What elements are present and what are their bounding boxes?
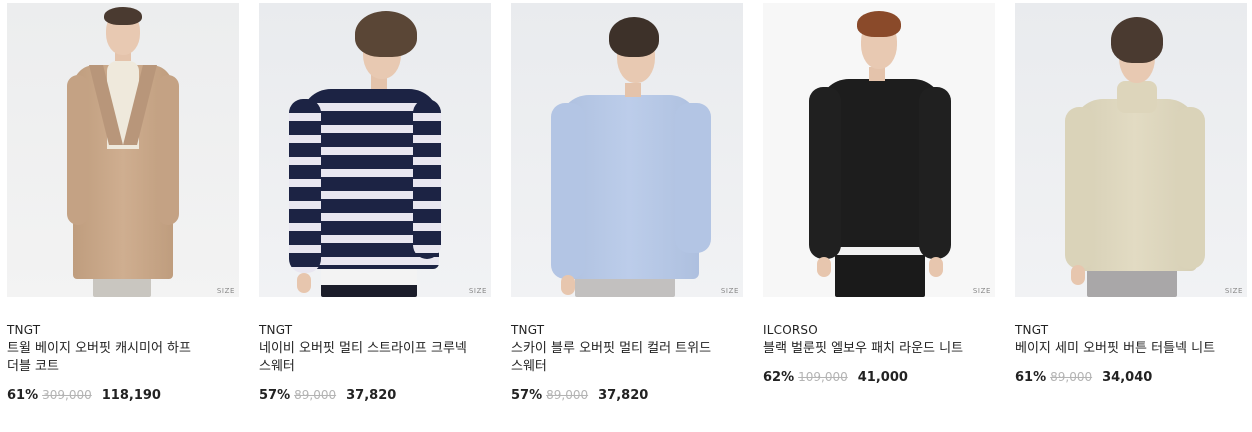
model-figure bbox=[259, 3, 491, 297]
size-label[interactable]: SIZE bbox=[469, 287, 487, 295]
discount-rate: 57% bbox=[511, 388, 543, 403]
product-name[interactable]: 베이지 세미 오버핏 버튼 터틀넥 니트 bbox=[1015, 340, 1225, 358]
model-figure bbox=[511, 3, 743, 297]
model-figure bbox=[1015, 3, 1247, 297]
model-figure bbox=[763, 3, 995, 297]
product-brand[interactable]: ILCORSO bbox=[763, 322, 995, 338]
size-label[interactable]: SIZE bbox=[721, 287, 739, 295]
model-figure bbox=[7, 3, 239, 297]
discount-rate: 57% bbox=[259, 388, 291, 403]
original-price: 89,000 bbox=[294, 388, 337, 402]
product-name[interactable]: 블랙 벌룬핏 엘보우 패치 라운드 니트 bbox=[763, 340, 973, 358]
price-row: 57% 89,000 37,820 bbox=[511, 386, 743, 405]
sale-price: 37,820 bbox=[598, 388, 649, 403]
price-row: 61% 89,000 34,040 bbox=[1015, 368, 1247, 387]
product-name[interactable]: 트윌 베이지 오버핏 캐시미어 하프 더블 코트 bbox=[7, 340, 217, 376]
discount-rate: 61% bbox=[1015, 370, 1047, 385]
discount-rate: 61% bbox=[7, 388, 39, 403]
product-image[interactable]: SIZE bbox=[1015, 3, 1247, 297]
original-price: 89,000 bbox=[1050, 370, 1093, 384]
price-row: 61% 309,000 118,190 bbox=[7, 386, 239, 405]
product-grid: SIZE TNGT 트윌 베이지 오버핏 캐시미어 하프 더블 코트 61% 30… bbox=[0, 0, 1252, 432]
product-card[interactable]: SIZE TNGT 트윌 베이지 오버핏 캐시미어 하프 더블 코트 61% 30… bbox=[7, 3, 239, 405]
sale-price: 41,000 bbox=[857, 370, 908, 385]
size-label[interactable]: SIZE bbox=[1225, 287, 1243, 295]
discount-rate: 62% bbox=[763, 370, 795, 385]
product-image[interactable]: SIZE bbox=[7, 3, 239, 297]
price-row: 57% 89,000 37,820 bbox=[259, 386, 491, 405]
sale-price: 118,190 bbox=[101, 388, 161, 403]
product-image[interactable]: SIZE bbox=[259, 3, 491, 297]
product-card[interactable]: SIZE TNGT 스카이 블루 오버핏 멀티 컬러 트위드 스웨터 57% 89… bbox=[511, 3, 743, 405]
original-price: 309,000 bbox=[42, 388, 92, 402]
size-label[interactable]: SIZE bbox=[973, 287, 991, 295]
product-name[interactable]: 네이비 오버핏 멀티 스트라이프 크루넥 스웨터 bbox=[259, 340, 469, 376]
product-image[interactable]: SIZE bbox=[511, 3, 743, 297]
product-card[interactable]: SIZE TNGT 네이비 오버핏 멀티 스트라이프 크루넥 스웨터 57% 89… bbox=[259, 3, 491, 405]
size-label[interactable]: SIZE bbox=[217, 287, 235, 295]
price-row: 62% 109,000 41,000 bbox=[763, 368, 995, 387]
sale-price: 37,820 bbox=[346, 388, 397, 403]
original-price: 109,000 bbox=[798, 370, 848, 384]
original-price: 89,000 bbox=[546, 388, 589, 402]
product-brand[interactable]: TNGT bbox=[7, 322, 239, 338]
product-brand[interactable]: TNGT bbox=[511, 322, 743, 338]
product-brand[interactable]: TNGT bbox=[1015, 322, 1247, 338]
product-name[interactable]: 스카이 블루 오버핏 멀티 컬러 트위드 스웨터 bbox=[511, 340, 721, 376]
product-image[interactable]: SIZE bbox=[763, 3, 995, 297]
sale-price: 34,040 bbox=[1102, 370, 1153, 385]
product-card[interactable]: SIZE TNGT 베이지 세미 오버핏 버튼 터틀넥 니트 61% 89,000… bbox=[1015, 3, 1247, 387]
product-card[interactable]: SIZE ILCORSO 블랙 벌룬핏 엘보우 패치 라운드 니트 62% 109… bbox=[763, 3, 995, 387]
product-brand[interactable]: TNGT bbox=[259, 322, 491, 338]
